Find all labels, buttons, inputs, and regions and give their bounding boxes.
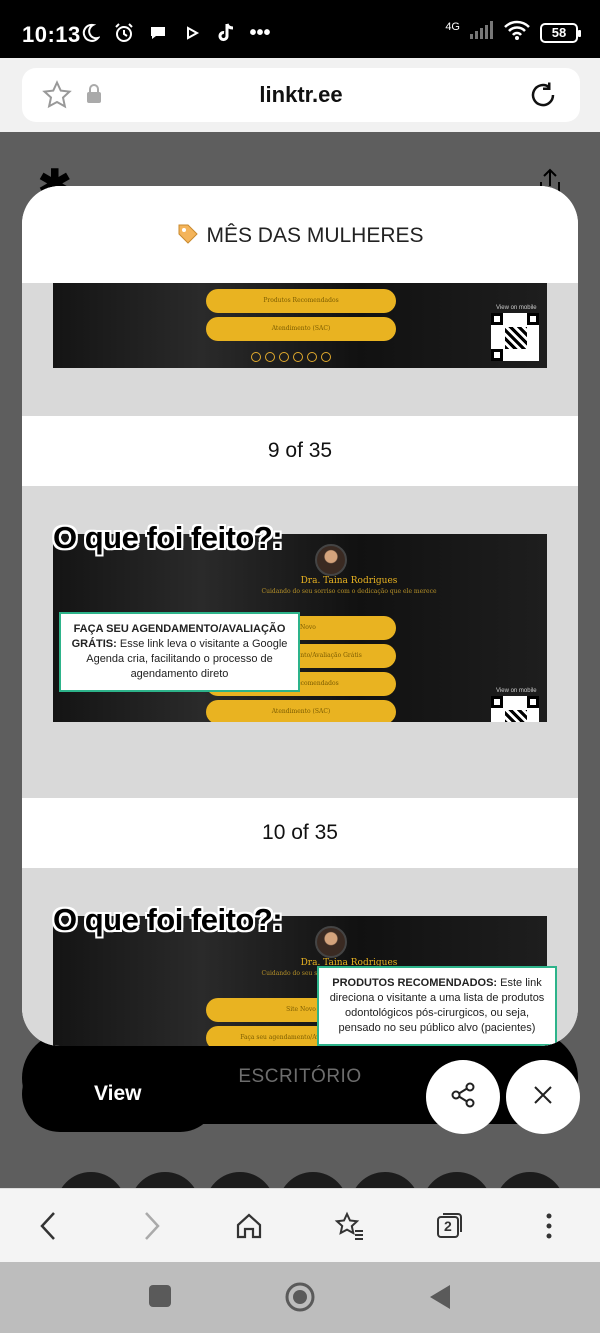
bookmarks-icon[interactable] <box>332 1209 366 1243</box>
slide-9: Produtos Recomendados Atendimento (SAC) … <box>22 283 578 416</box>
browser-bottom-bar: 2 <box>0 1188 600 1262</box>
alarm-icon <box>112 21 136 45</box>
status-time: 10:13 <box>22 22 81 47</box>
doctor-subtitle: Cuidando do seu sorriso com o dedicação … <box>261 588 437 595</box>
home-icon[interactable] <box>232 1209 266 1243</box>
slide-link-button: Atendimento (SAC) <box>206 700 396 722</box>
slide-10: Dra. Taina Rodrigues Cuidando do seu sor… <box>22 486 578 798</box>
share-icon <box>449 1081 477 1114</box>
play-icon <box>180 21 204 45</box>
reload-icon[interactable] <box>528 80 558 115</box>
network-type: 4G <box>445 20 460 33</box>
annotation-text: Esse link leva o visitante a Google Agen… <box>86 638 288 680</box>
slide-counter: 10 of 35 <box>22 798 578 868</box>
status-bar: 10:13 ••• 4G 58 <box>0 0 600 62</box>
qr-code <box>491 696 539 722</box>
tiktok-icon <box>214 21 238 45</box>
moon-icon <box>78 21 102 45</box>
tag-icon <box>176 222 200 252</box>
forward-arrow-icon[interactable] <box>134 1209 168 1243</box>
view-on-mobile-label: View on mobile <box>496 688 537 694</box>
slide-overlay-title: O que foi feito?: <box>53 520 283 555</box>
view-on-mobile-label: View on mobile <box>496 305 537 311</box>
system-nav-bar <box>0 1262 600 1333</box>
annotation-box: FAÇA SEU AGENDAMENTO/AVALIAÇÃO GRÁTIS: E… <box>59 612 300 692</box>
close-icon <box>531 1083 555 1112</box>
close-button[interactable] <box>506 1060 580 1134</box>
modal-title-text: MÊS DAS MULHERES <box>206 224 424 247</box>
slide-overlay-title: O que foi feito?: <box>53 902 283 937</box>
home-circle-icon[interactable] <box>284 1281 316 1318</box>
chat-icon <box>146 21 170 45</box>
more-notifications-icon: ••• <box>249 21 271 44</box>
status-right: 4G 58 <box>445 20 581 45</box>
annotation-box: PRODUTOS RECOMENDADOS: Este link direcio… <box>317 966 557 1046</box>
view-button[interactable]: View <box>22 1056 218 1132</box>
address-bar[interactable]: linktr.ee <box>22 68 580 122</box>
back-arrow-icon[interactable] <box>32 1209 66 1243</box>
image-viewer-modal: Produtos Recomendados Atendimento (SAC) … <box>22 186 578 1046</box>
tabs-button[interactable]: 2 <box>432 1209 466 1243</box>
status-notification-icons: ••• <box>78 21 272 45</box>
wifi-icon <box>504 20 530 45</box>
slide-image: Produtos Recomendados Atendimento (SAC) … <box>53 283 547 368</box>
system-back-icon[interactable] <box>428 1284 452 1315</box>
modal-title: MÊS DAS MULHERES <box>22 222 578 252</box>
qr-code <box>491 313 539 361</box>
slide-11: Dra. Taina Rodrigues Cuidando do seu sor… <box>22 868 578 1046</box>
tab-count: 2 <box>444 1218 452 1234</box>
signal-icon <box>470 21 494 44</box>
battery-indicator: 58 <box>540 22 581 43</box>
annotation-bold: PRODUTOS RECOMENDADOS: <box>332 977 498 989</box>
menu-dots-icon[interactable] <box>532 1209 566 1243</box>
slide-link-button: Produtos Recomendados <box>206 289 396 313</box>
slide-link-button: Atendimento (SAC) <box>206 317 396 341</box>
doctor-avatar <box>315 544 347 576</box>
doctor-name: Dra. Taina Rodrigues <box>300 576 398 586</box>
url-text: linktr.ee <box>259 82 343 107</box>
social-icons-row <box>50 1172 570 1188</box>
recents-icon[interactable] <box>148 1284 172 1313</box>
browser-toolbar: linktr.ee <box>0 58 600 132</box>
slide-counter: 9 of 35 <box>22 416 578 486</box>
share-button[interactable] <box>426 1060 500 1134</box>
slide-social-icons <box>251 352 331 362</box>
doctor-avatar <box>315 926 347 958</box>
modal-header: MÊS DAS MULHERES <box>22 186 578 283</box>
